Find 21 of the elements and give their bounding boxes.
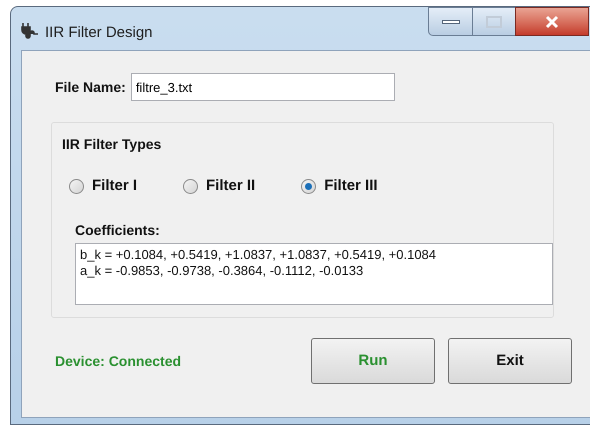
radio-label: Filter I <box>92 176 138 196</box>
maximize-button[interactable] <box>473 7 515 36</box>
coefficients-label: Coefficients: <box>75 220 161 240</box>
radio-button[interactable] <box>183 178 198 194</box>
window-title: IIR Filter Design <box>45 23 153 43</box>
file-name-label: File Name: <box>55 78 126 96</box>
radio-button[interactable] <box>301 178 316 194</box>
coefficients-box[interactable]: b_k = +0.1084, +0.5419, +1.0837, +1.0837, +0.5419, +0.1084 a_k = -0.9853, -0.9738, -0.3864, -0.1112, -0.0133 <box>75 242 553 304</box>
minimize-button[interactable] <box>428 7 473 36</box>
close-button[interactable] <box>515 7 589 36</box>
group-title: IIR Filter Types <box>62 135 162 154</box>
radio-label: Filter II <box>206 176 256 196</box>
radio-label: Filter III <box>324 176 379 196</box>
coefficient-line: a_k = -0.9853, -0.9738, -0.3864, -0.1112, -0.0133 <box>80 262 364 278</box>
coefficient-line: b_k = +0.1084, +0.5419, +1.0837, +1.0837, +0.5419, +0.1084 <box>80 246 438 262</box>
device-status: Device: Connected <box>55 352 182 370</box>
close-icon <box>545 14 559 28</box>
exit-button[interactable]: Exit <box>448 338 572 384</box>
plug-icon <box>21 21 39 39</box>
file-name-field[interactable]: filtre_3.txt <box>130 73 395 101</box>
radio-button[interactable] <box>69 178 84 194</box>
